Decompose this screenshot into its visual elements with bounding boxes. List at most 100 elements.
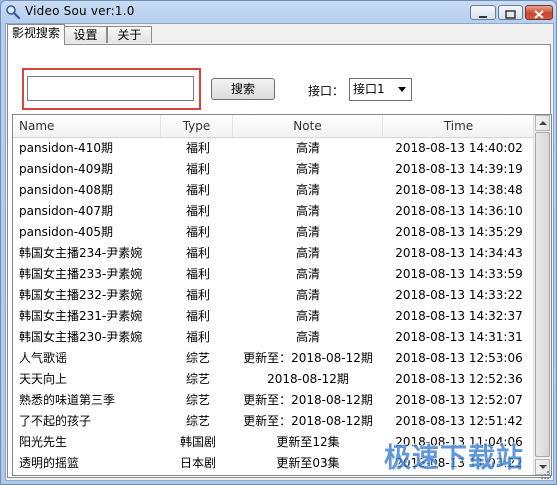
cell-type: 综艺 <box>185 372 210 386</box>
interface-label: 接口： <box>308 84 345 98</box>
table-row[interactable]: pansidon-405期 福利 高清 2018-08-13 14:35:29 <box>13 222 538 243</box>
table-header: Name Type Note Time <box>13 115 543 138</box>
title-bar[interactable]: Video Sou ver:1.0 <box>1 1 556 23</box>
cell-time: 2018-08-13 14:33:22 <box>395 288 523 302</box>
table-body: pansidon-410期 福利 高清 2018-08-13 14:40:02 pans… <box>13 138 538 475</box>
cell-name: 了不起的孩子 <box>19 414 92 428</box>
cell-note: 更新至12集 <box>276 435 340 449</box>
interface-select[interactable]: 接口1 <box>349 78 412 101</box>
cell-note: 高清 <box>295 330 320 344</box>
cell-type: 日本剧 <box>179 456 216 470</box>
cell-time: 2018-08-13 12:51:42 <box>395 414 523 428</box>
cell-note: 更新至：2018-08-12期 <box>243 351 373 365</box>
cell-note: 高清 <box>295 225 320 239</box>
table-row[interactable]: pansidon-410期 福利 高清 2018-08-13 14:40:02 <box>13 138 538 159</box>
cell-name: 韩国女主播234-尹素婉 <box>19 246 143 260</box>
interface-select-value: 接口1 <box>353 82 385 96</box>
table-row[interactable]: 人气歌谣 综艺 更新至：2018-08-12期 2018-08-13 12:53:06 <box>13 348 538 369</box>
table-row[interactable]: 韩国女主播234-尹素婉 福利 高清 2018-08-13 14:34:43 <box>13 243 538 264</box>
client-area: 影视搜索 设置 关于 搜索 接口： 接口1 Name Type Note Tim… <box>5 23 554 481</box>
chevron-down-icon <box>398 87 406 92</box>
cell-name: pansidon-407期 <box>19 204 113 218</box>
cell-type: 综艺 <box>185 414 210 428</box>
cell-type: 韩国剧 <box>179 435 216 449</box>
cell-type: 福利 <box>185 162 210 176</box>
table-row[interactable]: 熟悉的味道第三季 综艺 更新至：2018-08-12期 2018-08-13 12:5… <box>13 390 538 411</box>
cell-type: 综艺 <box>185 351 210 365</box>
cell-name: 天天向上 <box>19 372 68 386</box>
table-row[interactable]: 韩国女主播233-尹素婉 福利 高清 2018-08-13 14:33:59 <box>13 264 538 285</box>
table-row[interactable]: pansidon-409期 福利 高清 2018-08-13 14:39:19 <box>13 159 538 180</box>
cell-note: 高清 <box>295 183 320 197</box>
table-row[interactable]: pansidon-408期 福利 高清 2018-08-13 14:38:48 <box>13 180 538 201</box>
cell-time: 2018-08-13 14:31:31 <box>395 330 523 344</box>
arrow-down-icon <box>539 465 547 469</box>
cell-note: 更新至03集 <box>233 474 383 475</box>
close-button[interactable] <box>525 5 553 20</box>
cell-note: 高清 <box>295 309 320 323</box>
cell-time: 2018-08-13 12:52:07 <box>395 393 523 407</box>
resize-grip-icon[interactable] <box>540 470 550 480</box>
cell-type: 日本剧 <box>163 474 233 475</box>
cell-note: 更新至：2018-08-12期 <box>243 393 373 407</box>
results-table: Name Type Note Time pansidon-410期 福利 高清 201… <box>12 114 552 476</box>
table-row[interactable]: pansidon-407期 福利 高清 2018-08-13 14:36:10 <box>13 201 538 222</box>
vertical-scrollbar[interactable] <box>533 115 551 475</box>
column-header-name[interactable]: Name <box>13 115 161 137</box>
scroll-up-button[interactable] <box>535 115 550 131</box>
minimize-icon <box>479 16 487 18</box>
cell-time: 2018-08-13 14:34:43 <box>395 246 523 260</box>
column-header-time[interactable]: Time <box>383 115 535 137</box>
cell-note: 高清 <box>295 246 320 260</box>
cell-name: 透明的摇篮 <box>19 456 80 470</box>
table-row[interactable]: 韩国女主播231-尹素婉 福利 高清 2018-08-13 14:32:37 <box>13 306 538 327</box>
cell-note: 更新至：2018-08-12期 <box>243 414 373 428</box>
cell-time: 2018-08-13 14:35:29 <box>395 225 523 239</box>
cell-name: 软饭男 <box>19 474 167 475</box>
cell-time: 2018-08-13 12:53:06 <box>395 351 523 365</box>
tab-video-search[interactable]: 影视搜索 <box>7 24 65 45</box>
cell-type: 福利 <box>185 267 210 281</box>
search-button[interactable]: 搜索 <box>211 78 275 100</box>
cell-type: 福利 <box>185 246 210 260</box>
cell-name: pansidon-408期 <box>19 183 113 197</box>
column-header-note[interactable]: Note <box>233 115 383 137</box>
cell-note: 2018-08-12期 <box>267 372 349 386</box>
cell-type: 福利 <box>185 183 210 197</box>
tab-about[interactable]: 关于 <box>107 26 152 43</box>
cell-name: pansidon-405期 <box>19 225 113 239</box>
cell-name: pansidon-409期 <box>19 162 113 176</box>
column-header-type[interactable]: Type <box>161 115 233 137</box>
cell-time: 2018-08-13 12:52:36 <box>395 372 523 386</box>
cell-note: 高清 <box>295 267 320 281</box>
cell-name: 熟悉的味道第三季 <box>19 393 116 407</box>
maximize-icon <box>505 10 516 19</box>
cell-name: 韩国女主播230-尹素婉 <box>19 330 143 344</box>
cell-note: 高清 <box>295 141 320 155</box>
cell-type: 福利 <box>185 141 210 155</box>
table-row[interactable]: 韩国女主播230-尹素婉 福利 高清 2018-08-13 14:31:31 <box>13 327 538 348</box>
search-tab-page: 搜索 接口： 接口1 Name Type Note Time pansidon-… <box>7 44 552 478</box>
cell-type: 综艺 <box>185 393 210 407</box>
window-title: Video Sou ver:1.0 <box>25 4 135 18</box>
scroll-thumb[interactable] <box>535 132 550 457</box>
cell-note: 高清 <box>295 288 320 302</box>
cell-type: 福利 <box>185 225 210 239</box>
table-row[interactable]: 韩国女主播232-尹素婉 福利 高清 2018-08-13 14:33:22 <box>13 285 538 306</box>
cell-type: 福利 <box>185 309 210 323</box>
cell-note: 高清 <box>295 204 320 218</box>
table-row[interactable]: 了不起的孩子 综艺 更新至：2018-08-12期 2018-08-13 12:51:… <box>13 411 538 432</box>
cell-name: 韩国女主播233-尹素婉 <box>19 267 143 281</box>
cell-note: 更新至03集 <box>276 456 340 470</box>
cell-time: 2018-08-13 14:38:48 <box>395 183 523 197</box>
table-row[interactable]: 天天向上 综艺 2018-08-12期 2018-08-13 12:52:36 <box>13 369 538 390</box>
app-window: Video Sou ver:1.0 影视搜索 设置 关于 搜索 接口： 接口1 <box>0 0 557 485</box>
minimize-button[interactable] <box>470 5 496 20</box>
cell-time: 2018-08-13 14:40:02 <box>395 141 523 155</box>
tab-strip: 影视搜索 设置 关于 <box>6 24 553 45</box>
tab-settings[interactable]: 设置 <box>64 26 107 43</box>
search-input[interactable] <box>27 76 194 101</box>
cell-name: 人气歌谣 <box>19 351 68 365</box>
maximize-button[interactable] <box>498 5 523 20</box>
cell-name: 韩国女主播232-尹素婉 <box>19 288 143 302</box>
